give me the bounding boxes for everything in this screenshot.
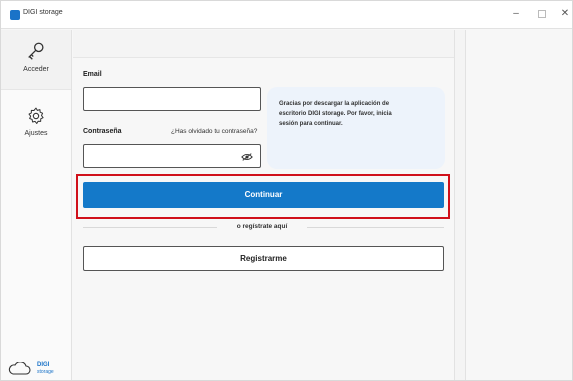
brand-subtitle: storage [37, 369, 54, 375]
password-field-box [83, 144, 261, 168]
continue-button[interactable]: Continuar [83, 182, 444, 208]
title-bar: DIGI storage – ✕ [1, 1, 572, 29]
divider-line-left [83, 227, 217, 228]
sidebar-item-label: Acceder [23, 66, 49, 73]
password-field[interactable] [84, 145, 260, 167]
info-card: Gracias por descargar la aplicación de e… [267, 87, 445, 169]
sidebar-item-acceder[interactable]: Acceder [1, 30, 71, 90]
register-button[interactable]: Registrarme [83, 246, 444, 271]
scroll-divider [454, 30, 466, 380]
sidebar-item-label: Ajustes [24, 130, 48, 137]
maximize-icon [538, 10, 546, 18]
eye-off-icon[interactable] [241, 152, 253, 162]
info-message: Gracias por descargar la aplicación de e… [279, 101, 392, 127]
email-label: Email [83, 71, 102, 78]
window-title: DIGI storage [23, 9, 63, 16]
cloud-icon [8, 362, 31, 375]
brand-name: DIGI [37, 362, 50, 368]
maximize-button[interactable] [535, 7, 549, 21]
app-window: DIGI storage – ✕ Acceder Ajustes DIGI st… [0, 0, 573, 381]
sidebar: Acceder Ajustes DIGI storage [1, 30, 72, 380]
top-strip [73, 30, 454, 58]
email-field[interactable] [84, 88, 260, 110]
password-label: Contraseña [83, 128, 122, 135]
brand-logo: DIGI storage [7, 362, 67, 376]
forgot-password-link[interactable]: ¿Has olvidado tu contraseña? [171, 128, 257, 135]
minimize-button[interactable]: – [509, 7, 523, 21]
email-field-box [83, 87, 261, 111]
register-divider-text: o regístrate aquí [236, 223, 288, 230]
divider-line-right [307, 227, 444, 228]
app-logo-icon [10, 10, 20, 20]
close-button[interactable]: ✕ [558, 7, 572, 21]
gear-icon [28, 107, 44, 124]
key-icon [28, 42, 44, 60]
sidebar-item-ajustes[interactable]: Ajustes [1, 98, 71, 158]
